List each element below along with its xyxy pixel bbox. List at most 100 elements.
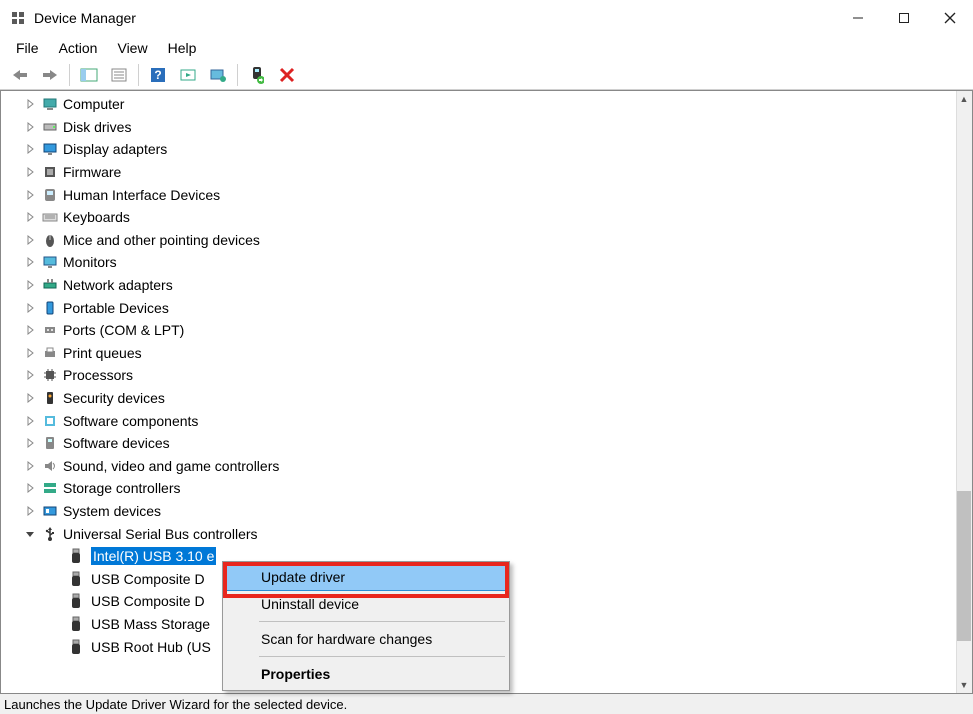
update-driver-tb-button[interactable] <box>204 62 232 88</box>
tree-category[interactable]: Human Interface Devices <box>1 183 956 206</box>
monitor-icon <box>41 253 59 271</box>
statusbar: Launches the Update Driver Wizard for th… <box>0 694 973 714</box>
tree-device-label: USB Mass Storage <box>91 616 210 632</box>
toolbar-separator <box>138 64 139 86</box>
chevron-right-icon[interactable] <box>23 188 37 202</box>
close-button[interactable] <box>927 0 973 36</box>
tree-category[interactable]: Mice and other pointing devices <box>1 229 956 252</box>
chevron-right-icon[interactable] <box>23 301 37 315</box>
tree-category-label: Processors <box>63 367 133 383</box>
chevron-right-icon[interactable] <box>23 436 37 450</box>
vertical-scrollbar[interactable]: ▲ ▼ <box>956 91 972 693</box>
tree-category-label: Human Interface Devices <box>63 187 220 203</box>
network-icon <box>41 276 59 294</box>
chevron-down-icon[interactable] <box>23 527 37 541</box>
chevron-right-icon[interactable] <box>23 391 37 405</box>
app-icon <box>10 10 26 26</box>
tree-category[interactable]: Print queues <box>1 342 956 365</box>
tree-category-label: System devices <box>63 503 161 519</box>
firmware-icon <box>41 163 59 181</box>
menu-action[interactable]: Action <box>51 38 106 58</box>
tree-category[interactable]: Software components <box>1 409 956 432</box>
tree-category[interactable]: Security devices <box>1 387 956 410</box>
menu-help[interactable]: Help <box>160 38 205 58</box>
scroll-down-button[interactable]: ▼ <box>956 677 972 693</box>
tree-category-label: Network adapters <box>63 277 173 293</box>
printer-icon <box>41 344 59 362</box>
uninstall-button[interactable] <box>273 62 301 88</box>
tree-category[interactable]: Firmware <box>1 161 956 184</box>
portable-icon <box>41 299 59 317</box>
tree-category[interactable]: Processors <box>1 364 956 387</box>
chevron-right-icon[interactable] <box>23 255 37 269</box>
tree-category[interactable]: Universal Serial Bus controllers <box>1 522 956 545</box>
tree-device-label: USB Composite D <box>91 593 205 609</box>
toolbar-separator <box>69 64 70 86</box>
tree-category[interactable]: Sound, video and game controllers <box>1 455 956 478</box>
tree-category-label: Keyboards <box>63 209 130 225</box>
help-button[interactable]: ? <box>144 62 172 88</box>
back-button[interactable] <box>6 62 34 88</box>
tree-category[interactable]: Storage controllers <box>1 477 956 500</box>
chevron-right-icon[interactable] <box>23 481 37 495</box>
ctx-properties[interactable]: Properties <box>225 660 507 688</box>
menu-view[interactable]: View <box>109 38 155 58</box>
scroll-up-button[interactable]: ▲ <box>956 91 972 107</box>
toolbar-separator <box>237 64 238 86</box>
tree-category[interactable]: Software devices <box>1 432 956 455</box>
chevron-right-icon[interactable] <box>23 459 37 473</box>
tree-device-label: USB Composite D <box>91 571 205 587</box>
ctx-separator <box>259 656 505 657</box>
tree-category[interactable]: Computer <box>1 93 956 116</box>
tree-category[interactable]: System devices <box>1 500 956 523</box>
tree-category[interactable]: Ports (COM & LPT) <box>1 319 956 342</box>
disk-icon <box>41 118 59 136</box>
chevron-right-icon[interactable] <box>23 346 37 360</box>
chevron-right-icon[interactable] <box>23 368 37 382</box>
tree-category[interactable]: Portable Devices <box>1 296 956 319</box>
tree-category[interactable]: Display adapters <box>1 138 956 161</box>
scroll-thumb[interactable] <box>957 491 971 641</box>
properties-button[interactable] <box>105 62 133 88</box>
chevron-right-icon[interactable] <box>23 142 37 156</box>
show-hide-tree-button[interactable] <box>75 62 103 88</box>
usb-icon <box>41 525 59 543</box>
window-title: Device Manager <box>34 10 136 26</box>
display-icon <box>41 140 59 158</box>
chevron-right-icon[interactable] <box>23 504 37 518</box>
tree-category-label: Universal Serial Bus controllers <box>63 526 258 542</box>
tree-category[interactable]: Network adapters <box>1 274 956 297</box>
usb-device-icon <box>67 570 85 588</box>
chevron-right-icon[interactable] <box>23 120 37 134</box>
ctx-uninstall-device[interactable]: Uninstall device <box>225 590 507 618</box>
tree-category[interactable]: Keyboards <box>1 206 956 229</box>
forward-button[interactable] <box>36 62 64 88</box>
ctx-update-driver[interactable]: Update driver <box>224 563 508 591</box>
svg-text:?: ? <box>154 68 161 82</box>
titlebar: Device Manager <box>0 0 973 36</box>
tree-category[interactable]: Monitors <box>1 251 956 274</box>
usb-device-icon <box>67 592 85 610</box>
ctx-separator <box>259 621 505 622</box>
ctx-scan-hardware[interactable]: Scan for hardware changes <box>225 625 507 653</box>
chevron-right-icon[interactable] <box>23 278 37 292</box>
chevron-right-icon[interactable] <box>23 165 37 179</box>
chevron-right-icon[interactable] <box>23 210 37 224</box>
tree-category-label: Portable Devices <box>63 300 169 316</box>
keyboard-icon <box>41 208 59 226</box>
chevron-right-icon[interactable] <box>23 233 37 247</box>
tree-category[interactable]: Disk drives <box>1 116 956 139</box>
chevron-right-icon[interactable] <box>23 414 37 428</box>
chevron-right-icon[interactable] <box>23 323 37 337</box>
maximize-button[interactable] <box>881 0 927 36</box>
scan-hardware-button[interactable] <box>174 62 202 88</box>
enable-device-button[interactable] <box>243 62 271 88</box>
menu-file[interactable]: File <box>8 38 47 58</box>
menubar: File Action View Help <box>0 36 973 60</box>
computer-icon <box>41 95 59 113</box>
sound-icon <box>41 457 59 475</box>
context-menu: Update driver Uninstall device Scan for … <box>222 561 510 691</box>
minimize-button[interactable] <box>835 0 881 36</box>
tree-category-label: Storage controllers <box>63 480 181 496</box>
chevron-right-icon[interactable] <box>23 97 37 111</box>
